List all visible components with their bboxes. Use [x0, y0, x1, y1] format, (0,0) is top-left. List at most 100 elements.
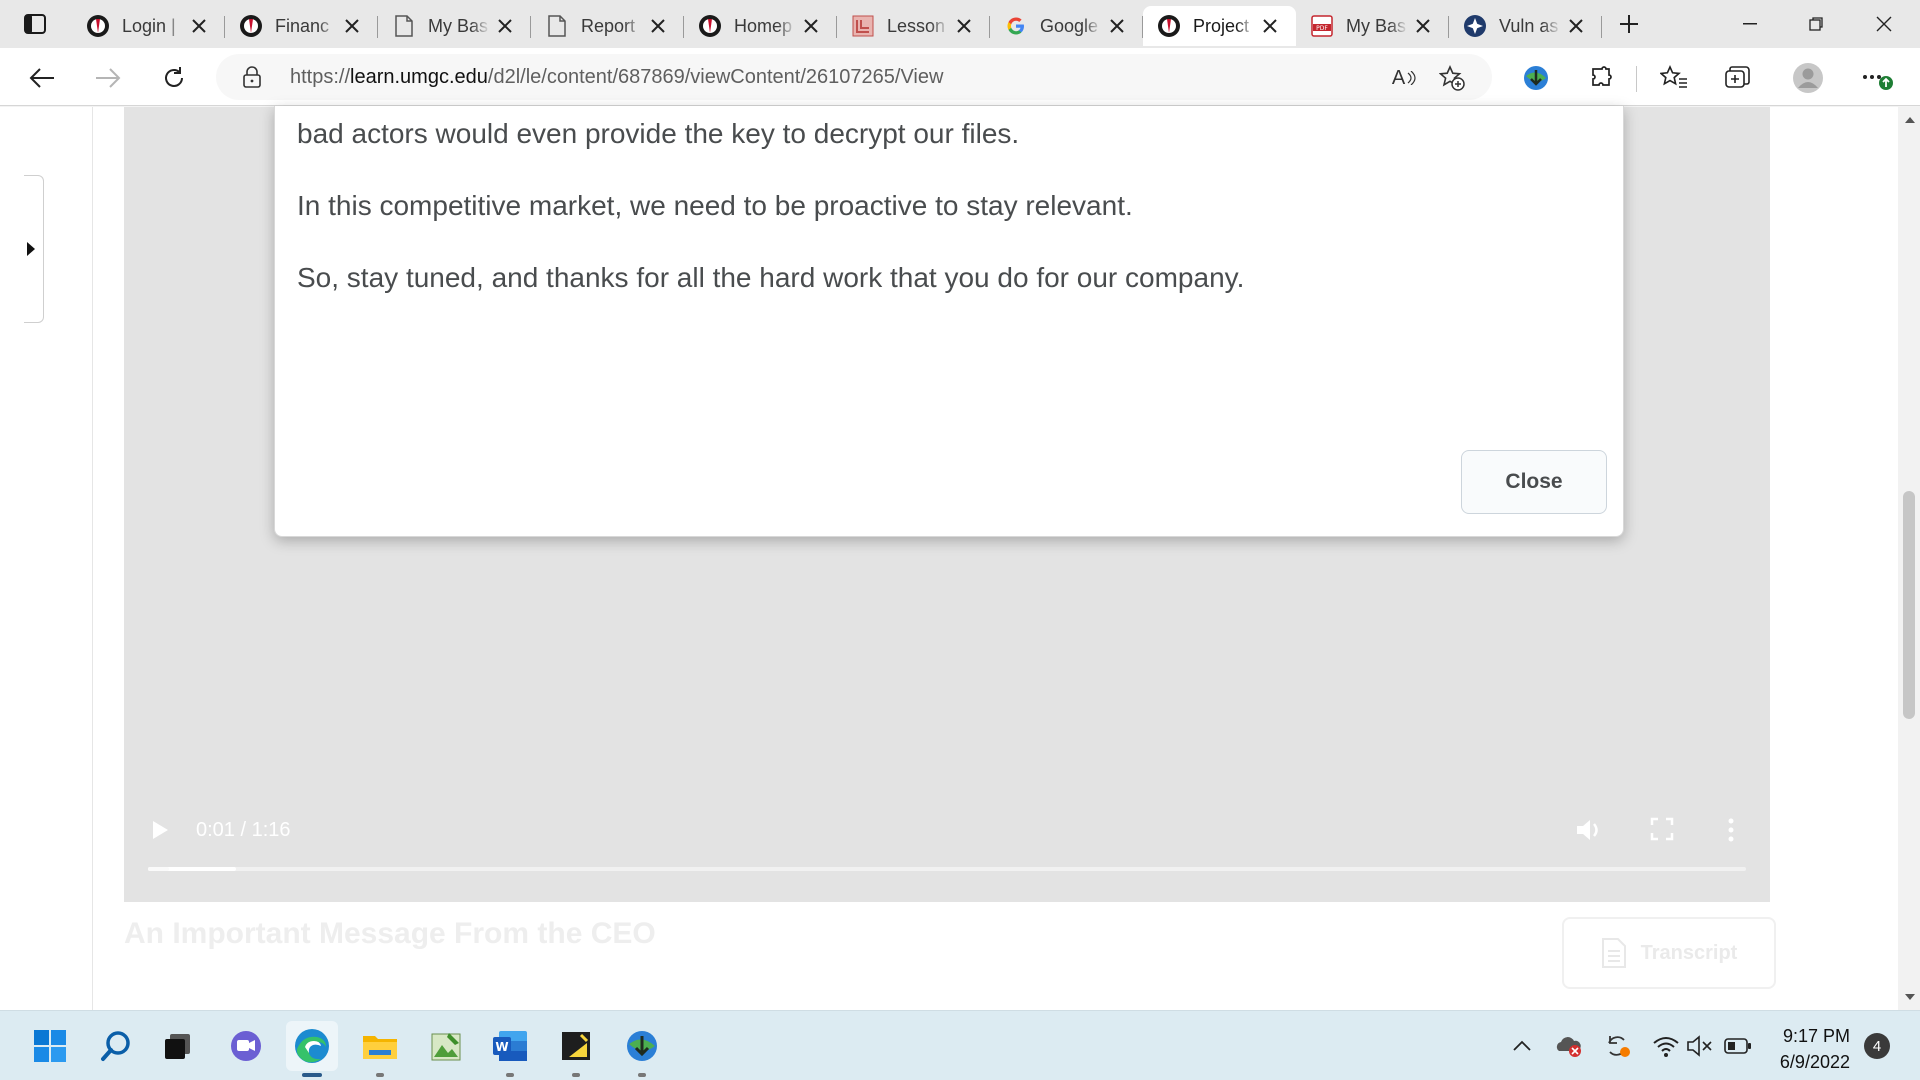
- svg-text:W: W: [495, 1040, 508, 1054]
- tab-login[interactable]: Login |: [72, 6, 225, 46]
- collections-icon[interactable]: [1720, 60, 1756, 96]
- browser-toolbar: https://learn.umgc.edu/d2l/le/content/68…: [0, 48, 1920, 106]
- close-icon[interactable]: [340, 14, 364, 38]
- refresh-button[interactable]: [156, 60, 192, 96]
- document-icon: [1601, 938, 1626, 968]
- file-explorer-icon[interactable]: [354, 1021, 406, 1077]
- close-icon[interactable]: [1105, 14, 1129, 38]
- teams-chat-icon[interactable]: [220, 1021, 272, 1071]
- dialog-paragraph: bad actors would even provide the key to…: [297, 118, 1020, 149]
- umgc-icon: [86, 14, 110, 38]
- umgc-icon: [698, 14, 722, 38]
- profile-avatar[interactable]: [1790, 60, 1826, 96]
- dialog-paragraph: So, stay tuned, and thanks for all the h…: [297, 262, 1245, 293]
- close-icon[interactable]: [646, 14, 670, 38]
- tab-actions-icon[interactable]: [14, 10, 56, 38]
- ceo-message-dialog: bad actors would even provide the key to…: [274, 106, 1624, 537]
- tab-strip: Login | Financ My Bas Report Homep Lesso…: [0, 0, 1920, 48]
- tab-title: My Bas: [428, 15, 489, 36]
- video-time: 0:01 / 1:16: [196, 819, 291, 841]
- forward-button[interactable]: [90, 60, 126, 96]
- close-icon[interactable]: [1411, 14, 1435, 38]
- close-button[interactable]: Close: [1461, 450, 1607, 514]
- start-icon[interactable]: [24, 1021, 76, 1071]
- scroll-up-icon[interactable]: [1905, 117, 1915, 123]
- fullscreen-icon[interactable]: [1648, 815, 1678, 845]
- sticky-notes-icon[interactable]: [550, 1021, 602, 1077]
- photo-app-icon[interactable]: [420, 1021, 472, 1071]
- transcript-button[interactable]: Transcript: [1562, 917, 1776, 989]
- sync-icon[interactable]: [1604, 1033, 1632, 1059]
- volume-icon[interactable]: [1574, 815, 1604, 845]
- scrollbar-thumb[interactable]: [1903, 491, 1915, 719]
- url-text[interactable]: https://learn.umgc.edu/d2l/le/content/68…: [290, 66, 943, 89]
- chevron-up-icon[interactable]: [1508, 1033, 1536, 1059]
- close-icon[interactable]: [187, 14, 211, 38]
- download-manager-icon[interactable]: [616, 1021, 668, 1077]
- edge-icon[interactable]: [286, 1021, 338, 1077]
- windows-taskbar: W 9:17 PM 6/9/2022 4: [0, 1010, 1920, 1080]
- tab-project[interactable]: Project: [1143, 6, 1296, 46]
- tab-my-basic[interactable]: My Bas: [378, 6, 531, 46]
- close-icon[interactable]: [952, 14, 976, 38]
- close-icon[interactable]: [1258, 14, 1282, 38]
- tab-my-basic-pdf[interactable]: PDF My Bas: [1296, 6, 1449, 46]
- settings-more-icon[interactable]: [1860, 60, 1896, 96]
- address-bar[interactable]: https://learn.umgc.edu/d2l/le/content/68…: [216, 54, 1492, 100]
- transcript-label: Transcript: [1640, 941, 1738, 964]
- word-icon[interactable]: W: [484, 1021, 536, 1077]
- play-icon[interactable]: [150, 819, 172, 841]
- battery-icon[interactable]: [1724, 1033, 1752, 1059]
- tab-google[interactable]: Google: [990, 6, 1143, 46]
- restore-button[interactable]: [1788, 6, 1844, 42]
- content-divider: [92, 107, 93, 1010]
- close-icon[interactable]: [799, 14, 823, 38]
- clock-time: 9:17 PM: [1782, 1026, 1850, 1046]
- scroll-down-icon[interactable]: [1905, 994, 1915, 1000]
- search-icon[interactable]: [90, 1021, 142, 1071]
- extensions-icon[interactable]: [1584, 60, 1620, 96]
- expand-arrow-icon: [27, 242, 35, 256]
- add-favorite-icon[interactable]: [1438, 64, 1466, 92]
- lock-icon[interactable]: [242, 66, 264, 88]
- tab-title: Vuln as: [1499, 15, 1559, 36]
- system-clock[interactable]: 9:17 PM 6/9/2022: [1764, 1023, 1850, 1075]
- onedrive-icon[interactable]: [1554, 1033, 1582, 1059]
- video-progress-bar: [148, 867, 169, 871]
- tab-title: Login |: [122, 15, 176, 36]
- tab-title: Financ: [275, 15, 330, 36]
- page-icon: [392, 14, 416, 38]
- wifi-icon[interactable]: [1652, 1033, 1680, 1059]
- read-aloud-icon[interactable]: A: [1390, 64, 1418, 92]
- tab-finance[interactable]: Financ: [225, 6, 378, 46]
- side-panel-toggle[interactable]: [24, 175, 44, 323]
- volume-muted-icon[interactable]: [1686, 1033, 1714, 1059]
- tab-title: Google: [1040, 15, 1099, 36]
- notification-badge[interactable]: 4: [1864, 1033, 1890, 1059]
- tab-vuln[interactable]: Vuln as: [1449, 6, 1602, 46]
- umgc-icon: [1157, 14, 1181, 38]
- toolbar-divider: [1636, 66, 1637, 92]
- close-icon[interactable]: [1564, 14, 1588, 38]
- download-manager-icon[interactable]: [1518, 60, 1554, 96]
- google-icon: [1004, 14, 1028, 38]
- minimize-button[interactable]: [1722, 6, 1778, 42]
- more-options-icon[interactable]: [1724, 815, 1738, 845]
- pdf-icon: PDF: [1310, 14, 1334, 38]
- tab-title: My Bas: [1346, 15, 1407, 36]
- dialog-paragraph: In this competitive market, we need to b…: [297, 190, 1133, 221]
- tab-title: Report: [581, 15, 636, 36]
- new-tab-button[interactable]: [1614, 9, 1644, 39]
- back-button[interactable]: [24, 60, 60, 96]
- tab-report[interactable]: Report: [531, 6, 684, 46]
- video-seek-bar[interactable]: [148, 867, 1746, 871]
- page-scrollbar[interactable]: [1898, 107, 1920, 1010]
- close-icon[interactable]: [493, 14, 517, 38]
- tab-homepage[interactable]: Homep: [684, 6, 837, 46]
- page-icon: [545, 14, 569, 38]
- close-window-button[interactable]: [1856, 6, 1912, 42]
- task-view-icon[interactable]: [152, 1021, 204, 1071]
- favorites-icon[interactable]: [1656, 60, 1692, 96]
- tab-title: Project: [1193, 15, 1250, 36]
- tab-lesson[interactable]: Lesson: [837, 6, 990, 46]
